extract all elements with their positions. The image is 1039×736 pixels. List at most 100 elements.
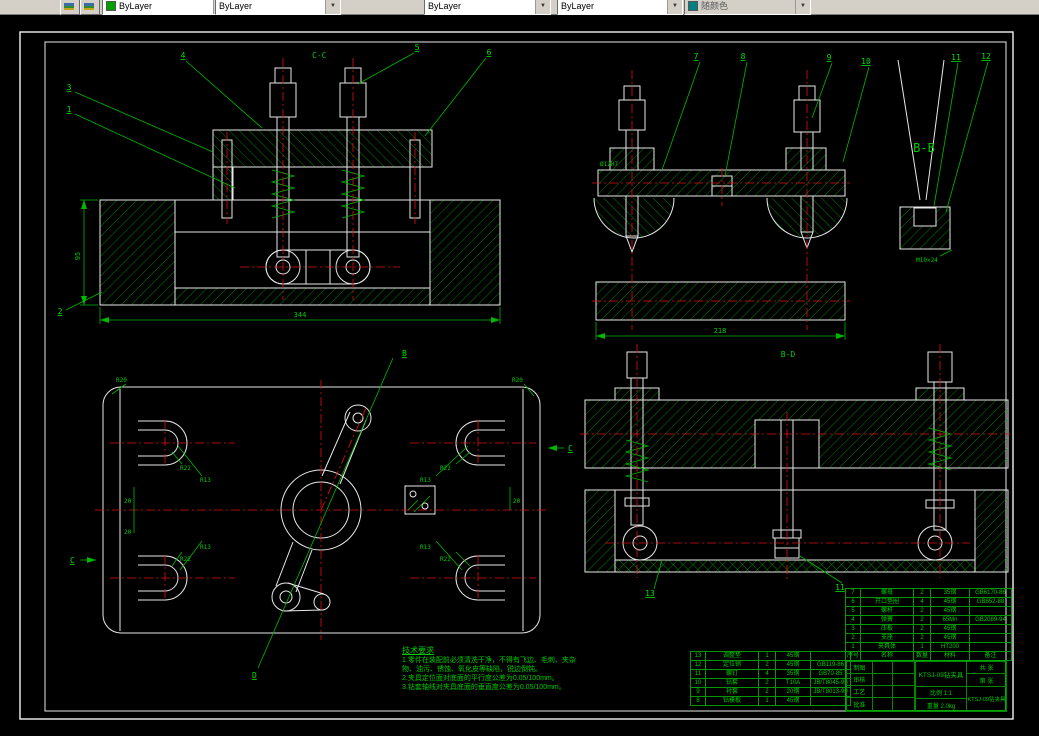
balloon-6[interactable]: 6 [487, 48, 492, 57]
bom-cell [969, 642, 1012, 652]
view-label-bd[interactable]: B-D [781, 350, 796, 359]
bom-cell: 4 [913, 597, 931, 607]
technical-notes[interactable]: 技术要求 1.零件在装配前必须清洗干净，不得有飞边、毛刺、夹杂 物、油污、锈蚀、… [402, 646, 652, 692]
dim-344[interactable]: 344 [294, 311, 307, 319]
chevron-down-icon[interactable]: ▼ [667, 0, 682, 14]
weight-cell: 重量 2.0kg [915, 698, 967, 712]
linetype-control-combo[interactable]: ByLayer ▼ [215, 0, 341, 15]
title-block[interactable]: 制图 审核 工艺 批准 KTSJ-09钻夹具 比例 1:1 重量 2.0kg 共… [845, 660, 1007, 712]
make-layer-current-button[interactable] [80, 0, 100, 15]
titleblock-label: 批准 [847, 698, 873, 711]
bom-cell: 2 [913, 633, 931, 643]
linetype2-control-combo[interactable]: ByLayer ▼ [424, 0, 551, 15]
sig-cell [873, 686, 893, 697]
view-label-bb[interactable]: B-B [913, 141, 935, 155]
view-bd-section[interactable]: B-D 13 11 [580, 344, 1010, 598]
chevron-down-icon: ▼ [795, 0, 810, 14]
bom-cell: 4 [845, 615, 861, 625]
dim-20[interactable]: 20 [124, 529, 132, 536]
balloon-9[interactable]: 9 [827, 53, 832, 62]
bom-cell: 1 [845, 642, 861, 652]
table-row: 13 调整垫 1 45钢 [690, 651, 851, 661]
notes-title: 技术要求 [402, 646, 434, 655]
sig-cell [873, 674, 893, 685]
bom-cell: 5 [845, 606, 861, 616]
bom-table-left[interactable]: 13 调整垫 1 45钢 12 定位销 2 45钢 GB119-86 11 螺钉 4 35钢 GB70… [690, 651, 851, 706]
dim-r22[interactable]: R22 [180, 465, 191, 472]
view-cc-front-section[interactable]: 344 95 C-C 4 5 6 3 1 2 [58, 43, 501, 324]
table-row: 9 衬套 2 20钢 JB/T8013-99 [690, 687, 851, 697]
balloon-5[interactable]: 5 [415, 43, 420, 52]
section-letter-c2[interactable]: C [70, 556, 75, 565]
balloon-13[interactable]: 13 [645, 589, 655, 598]
bom-cell: 2 [758, 678, 776, 688]
dim-r13[interactable]: R13 [420, 477, 431, 484]
bom-cell: 11 [690, 669, 706, 679]
dim-20[interactable]: 20 [513, 498, 521, 505]
bom-cell: 压板 [860, 624, 914, 634]
balloon-7[interactable]: 7 [694, 52, 699, 61]
bom-cell: 10 [690, 678, 706, 688]
date-cell [893, 686, 915, 697]
bom-cell: 4 [758, 669, 776, 679]
sheet-cell: 第 张 [966, 673, 1007, 687]
layers-icon [64, 3, 74, 10]
table-row: 8 钻模板 1 45钢 [690, 696, 851, 706]
balloon-2[interactable]: 2 [58, 307, 63, 316]
dim-r20-right[interactable]: R20 [512, 377, 523, 384]
dim-20[interactable]: 20 [124, 498, 132, 505]
lineweight-control-combo[interactable]: ByLayer ▼ [557, 0, 683, 15]
balloon-10[interactable]: 10 [861, 57, 871, 66]
bom-cell: 2 [913, 615, 931, 625]
view-label-cc[interactable]: C-C [312, 51, 327, 60]
table-row: 3 压板 2 45钢 [845, 624, 1012, 634]
balloon-4[interactable]: 4 [181, 51, 186, 60]
bom-cell [969, 624, 1012, 634]
cad-application-window: ByLayer ▼ ByLayer ▼ ByLayer ▼ ByLayer ▼ … [0, 0, 1039, 736]
drawing-number: KTSJ-09钻夹具 [966, 686, 1007, 712]
balloon-3[interactable]: 3 [67, 83, 72, 92]
bom-cell: GB6170-86 [969, 588, 1012, 598]
view-bb-detail[interactable]: B-B M10×24 11 12 [897, 52, 991, 264]
table-row: 5 螺杆 2 45钢 [845, 606, 1012, 616]
dim-95[interactable]: 95 [74, 252, 82, 260]
plotstyle-value: 随颜色 [701, 1, 729, 11]
dim-r20-left[interactable]: R20 [116, 377, 127, 384]
bom-cell: 衬套 [705, 687, 759, 697]
bom-table-right[interactable]: 7 螺母 2 35钢 GB6170-86 6 开口垫圈 4 45钢 GB852-88 5 螺杆 2 4… [845, 588, 1012, 661]
balloon-1[interactable]: 1 [67, 105, 72, 114]
table-row: 6 开口垫圈 4 45钢 GB852-88 [845, 597, 1012, 607]
balloon-12[interactable]: 12 [981, 52, 991, 61]
view-side-section[interactable]: 218 Ø12H7 7 8 9 10 [592, 52, 871, 340]
dim-r22[interactable]: R22 [440, 556, 451, 563]
color-control-combo[interactable]: ByLayer ▼ [102, 0, 229, 15]
bom-cell: 45钢 [775, 696, 811, 706]
plotstyle-control-combo[interactable]: 随颜色 ▼ [684, 0, 811, 15]
bom-cell: 螺杆 [860, 606, 914, 616]
bom-cell: 9 [690, 687, 706, 697]
dim-dia12[interactable]: Ø12H7 [600, 161, 618, 168]
balloon-11b[interactable]: 11 [835, 583, 845, 592]
balloon-8[interactable]: 8 [741, 52, 746, 61]
chevron-down-icon[interactable]: ▼ [325, 0, 340, 14]
bom-cell: GB2089-94 [969, 615, 1012, 625]
dim-r13[interactable]: R13 [200, 477, 211, 484]
chevron-down-icon[interactable]: ▼ [535, 0, 550, 14]
object-properties-toolbar: ByLayer ▼ ByLayer ▼ ByLayer ▼ ByLayer ▼ … [0, 0, 1039, 15]
table-row: 11 螺钉 4 35钢 GB70-85 [690, 669, 851, 679]
dim-r13[interactable]: R13 [200, 544, 211, 551]
section-letter-b[interactable]: B [402, 349, 407, 358]
section-letter-d[interactable]: D [252, 671, 257, 680]
bom-cell: 65Mn [930, 615, 970, 625]
dim-r13[interactable]: R13 [420, 544, 431, 551]
balloon-11[interactable]: 11 [951, 53, 961, 62]
layer-properties-button[interactable] [60, 0, 80, 15]
bom-cell: 20钢 [775, 687, 811, 697]
dim-m10[interactable]: M10×24 [916, 257, 938, 264]
notes-line: 2.夹具定位面对底面的平行度公差为0.05/100mm。 [402, 675, 559, 682]
section-letter-c[interactable]: C [568, 444, 573, 453]
date-cell [893, 662, 915, 673]
view-plan[interactable]: B D C C R20 R20 R22 R13 R22 R13 R22 R13 … [70, 349, 573, 680]
table-row: 7 螺母 2 35钢 GB6170-86 [845, 588, 1012, 598]
dim-218[interactable]: 218 [714, 327, 727, 335]
